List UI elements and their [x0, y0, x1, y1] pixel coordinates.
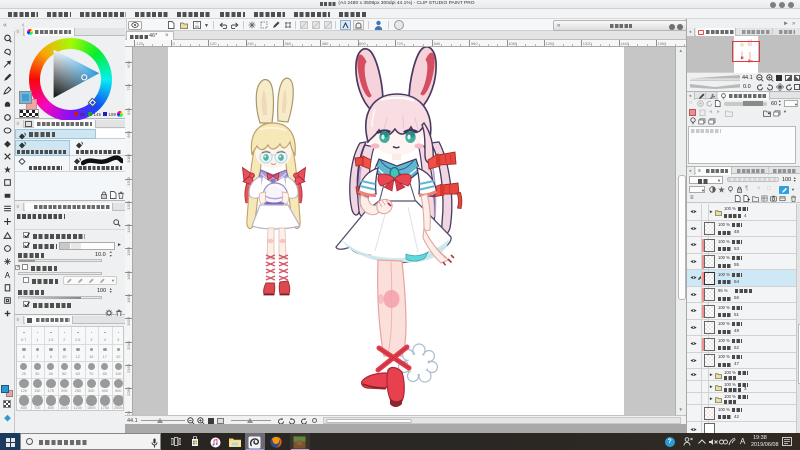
svg-text:A: A	[5, 271, 11, 279]
